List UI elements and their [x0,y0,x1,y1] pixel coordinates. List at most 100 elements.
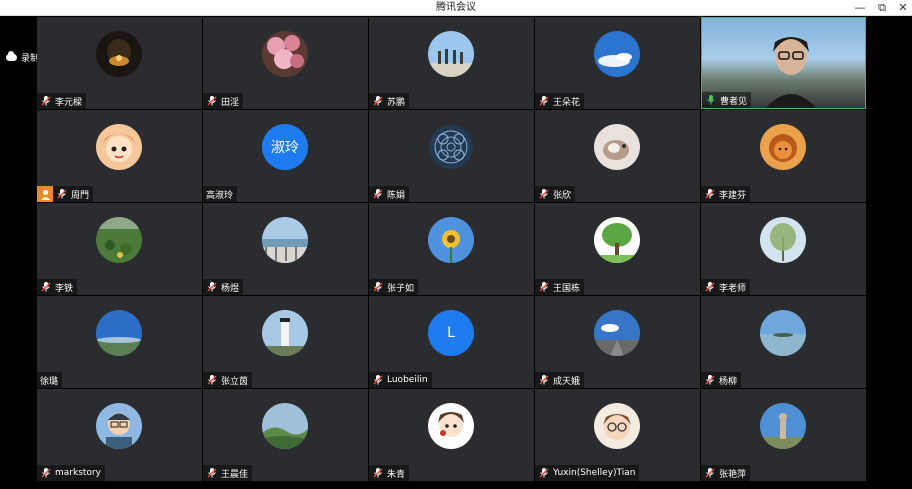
participant-tile[interactable]: 张欣 [535,110,700,202]
participant-name: 杨柳 [719,376,738,387]
participant-avatar [96,217,142,263]
mic-on-icon [705,94,720,106]
mic-muted-icon [538,374,553,386]
participant-avatar [428,124,474,170]
participant-tile[interactable]: 张子如 [369,203,534,295]
title-bar: 腾讯会议 — ⧉ ✕ [0,0,912,16]
participant-namebar: 苏鹏 [369,93,410,109]
participant-namebar: 李铁 [37,279,78,295]
participant-namebar: 曹者见 [702,92,752,108]
participant-avatar [594,403,640,449]
participant-namebar: 高淑玲 [203,186,238,202]
participant-tile[interactable]: 李老师 [701,203,866,295]
window-title: 腾讯会议 [436,2,476,13]
participant-tile[interactable]: 杨柳 [701,296,866,388]
mic-muted-icon [206,467,221,479]
mic-muted-icon [40,95,55,107]
participant-tile[interactable]: 淑玲高淑玲 [203,110,368,202]
restore-button[interactable]: ⧉ [871,0,893,16]
participant-name: 李铁 [55,283,74,294]
participant-namebar: 徐璐 [37,372,63,388]
participant-avatar [594,31,640,77]
close-button[interactable]: ✕ [892,0,912,16]
participant-tile[interactable]: 成天娥 [535,296,700,388]
participant-tile[interactable]: 徐璐 [37,296,202,388]
participant-namebar: 周門 [53,186,94,202]
participant-avatar [428,403,474,449]
participant-avatar [262,217,308,263]
participant-name: 成天娥 [553,376,581,387]
participant-name: 田淫 [221,97,240,108]
participant-grid: 李元樑 田淫 苏鹏 王朵花 曹者见 周門 淑玲 高淑玲 陈娟 张欣 李建芬 李铁 杨煜 张子如 王国栋 李老师… [37,17,869,487]
participant-namebar: 张子如 [369,279,419,295]
participant-avatar [760,124,806,170]
mic-muted-icon [704,281,719,293]
minimize-button[interactable]: — [849,0,871,16]
mic-muted-icon [538,467,553,479]
mic-muted-icon [372,188,387,200]
participant-avatar [428,217,474,263]
participant-tile[interactable]: 曹者见 [701,17,866,109]
participant-namebar: 朱青 [369,465,410,481]
participant-name: 陈娟 [387,190,406,201]
participant-avatar [594,217,640,263]
participant-tile[interactable]: 李建芬 [701,110,866,202]
participant-avatar [96,310,142,356]
participant-tile[interactable]: 李元樑 [37,17,202,109]
participant-name: 李老师 [719,283,747,294]
participant-tile[interactable]: 朱青 [369,389,534,481]
mic-muted-icon [206,374,221,386]
mic-muted-icon [704,188,719,200]
participant-camera-feed [758,26,824,108]
participant-name: 徐璐 [40,376,59,387]
participant-avatar [96,31,142,77]
mic-muted-icon [206,95,221,107]
participant-namebar: 杨煜 [203,279,244,295]
participant-namebar: 陈娟 [369,186,410,202]
participant-tile[interactable]: 王朵花 [535,17,700,109]
participant-namebar: 田淫 [203,93,244,109]
participant-tile[interactable]: 李铁 [37,203,202,295]
participant-tile[interactable]: 陈娟 [369,110,534,202]
participant-tile[interactable]: 张立茵 [203,296,368,388]
participant-avatar [262,310,308,356]
participant-tile[interactable]: markstory [37,389,202,481]
participant-tile[interactable]: 王国栋 [535,203,700,295]
participant-avatar: L [428,310,474,356]
participant-tile[interactable]: 苏鹏 [369,17,534,109]
participant-name: 朱青 [387,469,406,480]
mic-muted-icon [56,188,71,200]
mic-muted-icon [40,281,55,293]
participant-namebar: 李老师 [701,279,751,295]
mic-muted-icon [538,95,553,107]
participant-name: 苏鹏 [387,97,406,108]
participant-tile[interactable]: Yuxin(Shelley)Tian [535,389,700,481]
avatar-letter: L [428,310,474,356]
participant-tile[interactable]: L Luobeilin [369,296,534,388]
participant-avatar [760,403,806,449]
participant-avatar [760,217,806,263]
participant-name: 高淑玲 [206,190,234,201]
participant-namebar: 张立茵 [203,372,253,388]
mic-muted-icon [206,281,221,293]
mic-muted-icon [372,95,387,107]
participant-avatar [96,124,142,170]
participant-name: Luobeilin [387,375,428,385]
participant-namebar: 王朵花 [535,93,585,109]
participant-tile[interactable]: 田淫 [203,17,368,109]
participant-name: 曹者见 [720,96,748,107]
meeting-stage: 录制中 李元樑 田淫 苏鹏 王朵花 曹者见 周門 淑玲 高淑玲 陈娟 张欣 李建芬 李铁 杨煜 张子如 王国… [0,16,912,489]
host-icon [37,186,53,202]
participant-tile[interactable]: 张艳萍 [701,389,866,481]
participant-namebar: 王国栋 [535,279,585,295]
participant-tile[interactable]: 周門 [37,110,202,202]
participant-avatar: 淑玲 [262,124,308,170]
mic-muted-icon [372,374,387,386]
participant-name: 张欣 [553,190,572,201]
participant-avatar [428,31,474,77]
participant-tile[interactable]: 王晨佳 [203,389,368,481]
participant-name: markstory [55,468,101,478]
participant-tile[interactable]: 杨煜 [203,203,368,295]
participant-name: 张立茵 [221,376,249,387]
participant-namebar: 张欣 [535,186,576,202]
